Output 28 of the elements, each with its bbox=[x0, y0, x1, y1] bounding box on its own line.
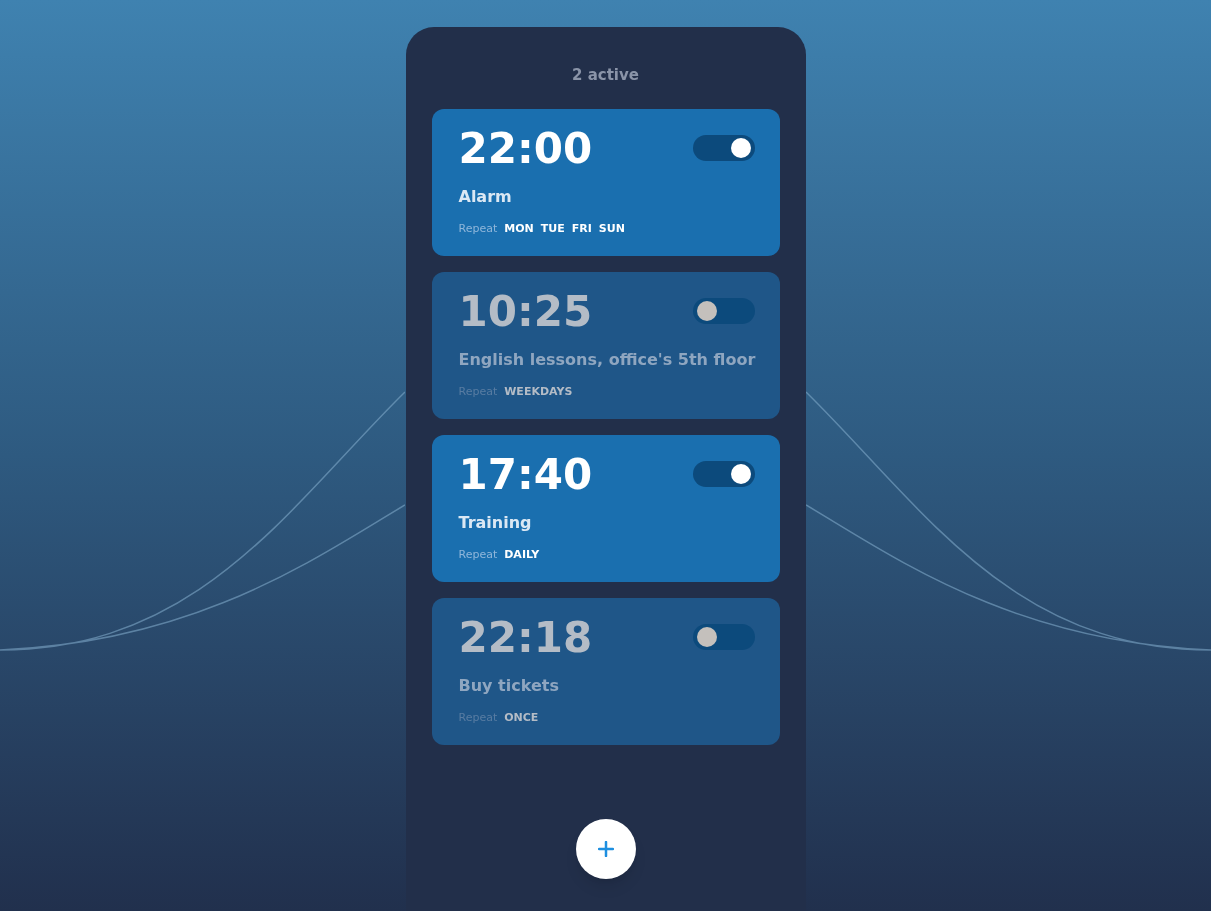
repeat-day: DAILY bbox=[504, 546, 540, 563]
repeat-day: FRI bbox=[571, 220, 592, 237]
repeat-day: WEEKDAYS bbox=[504, 383, 573, 400]
repeat-day: TUE bbox=[540, 220, 565, 237]
active-count: 2 active bbox=[572, 65, 639, 86]
repeat-day: SUN bbox=[598, 220, 625, 237]
alarm-label: Training bbox=[458, 511, 533, 534]
toggle-switch[interactable] bbox=[692, 460, 755, 487]
repeat-label: Repeat bbox=[458, 383, 498, 400]
plus-icon bbox=[597, 840, 614, 857]
alarm-time: 22:00 bbox=[458, 122, 593, 175]
alarm-card[interactable]: 17:40 Training Repeat DAILY bbox=[431, 434, 780, 582]
repeat-day: MON bbox=[504, 220, 534, 237]
repeat-day: ONCE bbox=[504, 709, 539, 726]
alarm-time: 22:18 bbox=[458, 611, 593, 664]
alarm-time: 17:40 bbox=[458, 448, 593, 501]
repeat-label: Repeat bbox=[458, 220, 498, 237]
alarm-label: Buy tickets bbox=[458, 674, 560, 697]
alarm-time: 10:25 bbox=[458, 285, 593, 338]
repeat-label: Repeat bbox=[458, 709, 498, 726]
alarm-card[interactable]: 10:25 English lessons, office's 5th floor Repeat WEEKDAYS bbox=[431, 271, 780, 419]
toggle-switch[interactable] bbox=[692, 297, 755, 324]
alarm-card[interactable]: 22:18 Buy tickets Repeat ONCE bbox=[431, 597, 780, 745]
alarm-label: Alarm bbox=[458, 185, 513, 208]
repeat-label: Repeat bbox=[458, 546, 498, 563]
alarm-card[interactable]: 22:00 Alarm Repeat MON TUE FRI SUN bbox=[431, 108, 780, 256]
toggle-switch[interactable] bbox=[692, 134, 755, 161]
toggle-switch[interactable] bbox=[692, 623, 755, 650]
